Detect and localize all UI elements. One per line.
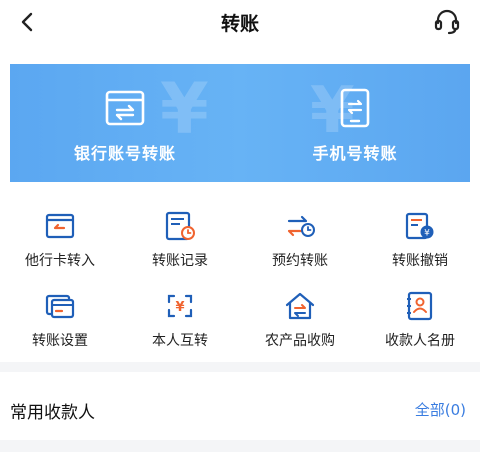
scheduled-transfer-icon xyxy=(287,215,315,237)
payee-book-icon xyxy=(407,291,433,321)
farm-purchase-icon xyxy=(285,292,315,320)
transfer-settings-icon xyxy=(45,294,75,319)
grid-item-payee-book[interactable]: 收款人名册 xyxy=(360,280,480,350)
frequent-payees-title: 常用收款人 xyxy=(10,403,95,423)
grid-item-label: 收款人名册 xyxy=(385,333,455,349)
grid-item-transfer-record[interactable]: 转账记录 xyxy=(120,200,240,270)
grid-item-scheduled-transfer[interactable]: 预约转账 xyxy=(240,200,360,270)
top-nav-bar: 转账 xyxy=(0,0,480,44)
phone-transfer-icon xyxy=(340,88,370,128)
section-divider xyxy=(0,362,480,372)
view-all-payees-link[interactable]: 全部(0) xyxy=(415,399,466,420)
grid-item-label: 本人互转 xyxy=(152,333,208,349)
function-grid: 他行卡转入 转账记录 预约转账 ¥ 转账撤销 转账设置 ¥ 本人互转 农产品收购… xyxy=(0,200,480,350)
page-title: 转账 xyxy=(220,13,259,35)
grid-item-transfer-settings[interactable]: 转账设置 xyxy=(0,280,120,350)
grid-item-label: 农产品收购 xyxy=(265,333,335,349)
phone-transfer-label: 手机号转账 xyxy=(312,144,398,163)
transfer-cancel-icon: ¥ xyxy=(405,212,434,240)
transfer-banner: ¥ ¥ 银行账号转账 手机号转账 xyxy=(10,64,470,182)
headset-icon xyxy=(434,9,460,35)
bank-card-transfer-icon xyxy=(105,90,145,126)
grid-item-label: 转账记录 xyxy=(152,253,208,269)
grid-item-label: 转账撤销 xyxy=(392,253,448,269)
section-divider xyxy=(0,440,480,452)
self-transfer-icon: ¥ xyxy=(167,294,193,318)
grid-item-card-in[interactable]: 他行卡转入 xyxy=(0,200,120,270)
grid-item-label: 预约转账 xyxy=(272,253,328,269)
bank-account-transfer-button[interactable]: 银行账号转账 xyxy=(10,64,240,182)
grid-item-label: 他行卡转入 xyxy=(25,253,95,269)
grid-item-farm-purchase[interactable]: 农产品收购 xyxy=(240,280,360,350)
grid-item-self-transfer[interactable]: ¥ 本人互转 xyxy=(120,280,240,350)
grid-item-transfer-cancel[interactable]: ¥ 转账撤销 xyxy=(360,200,480,270)
customer-service-button[interactable] xyxy=(432,6,462,36)
card-in-icon xyxy=(45,213,75,239)
frequent-payees-header: 常用收款人 全部(0) xyxy=(0,372,480,440)
phone-transfer-button[interactable]: 手机号转账 xyxy=(240,64,470,182)
svg-text:¥: ¥ xyxy=(424,229,430,239)
bank-account-transfer-label: 银行账号转账 xyxy=(73,144,176,163)
transfer-record-icon xyxy=(165,211,195,241)
grid-item-label: 转账设置 xyxy=(32,333,88,349)
svg-text:¥: ¥ xyxy=(175,300,184,315)
